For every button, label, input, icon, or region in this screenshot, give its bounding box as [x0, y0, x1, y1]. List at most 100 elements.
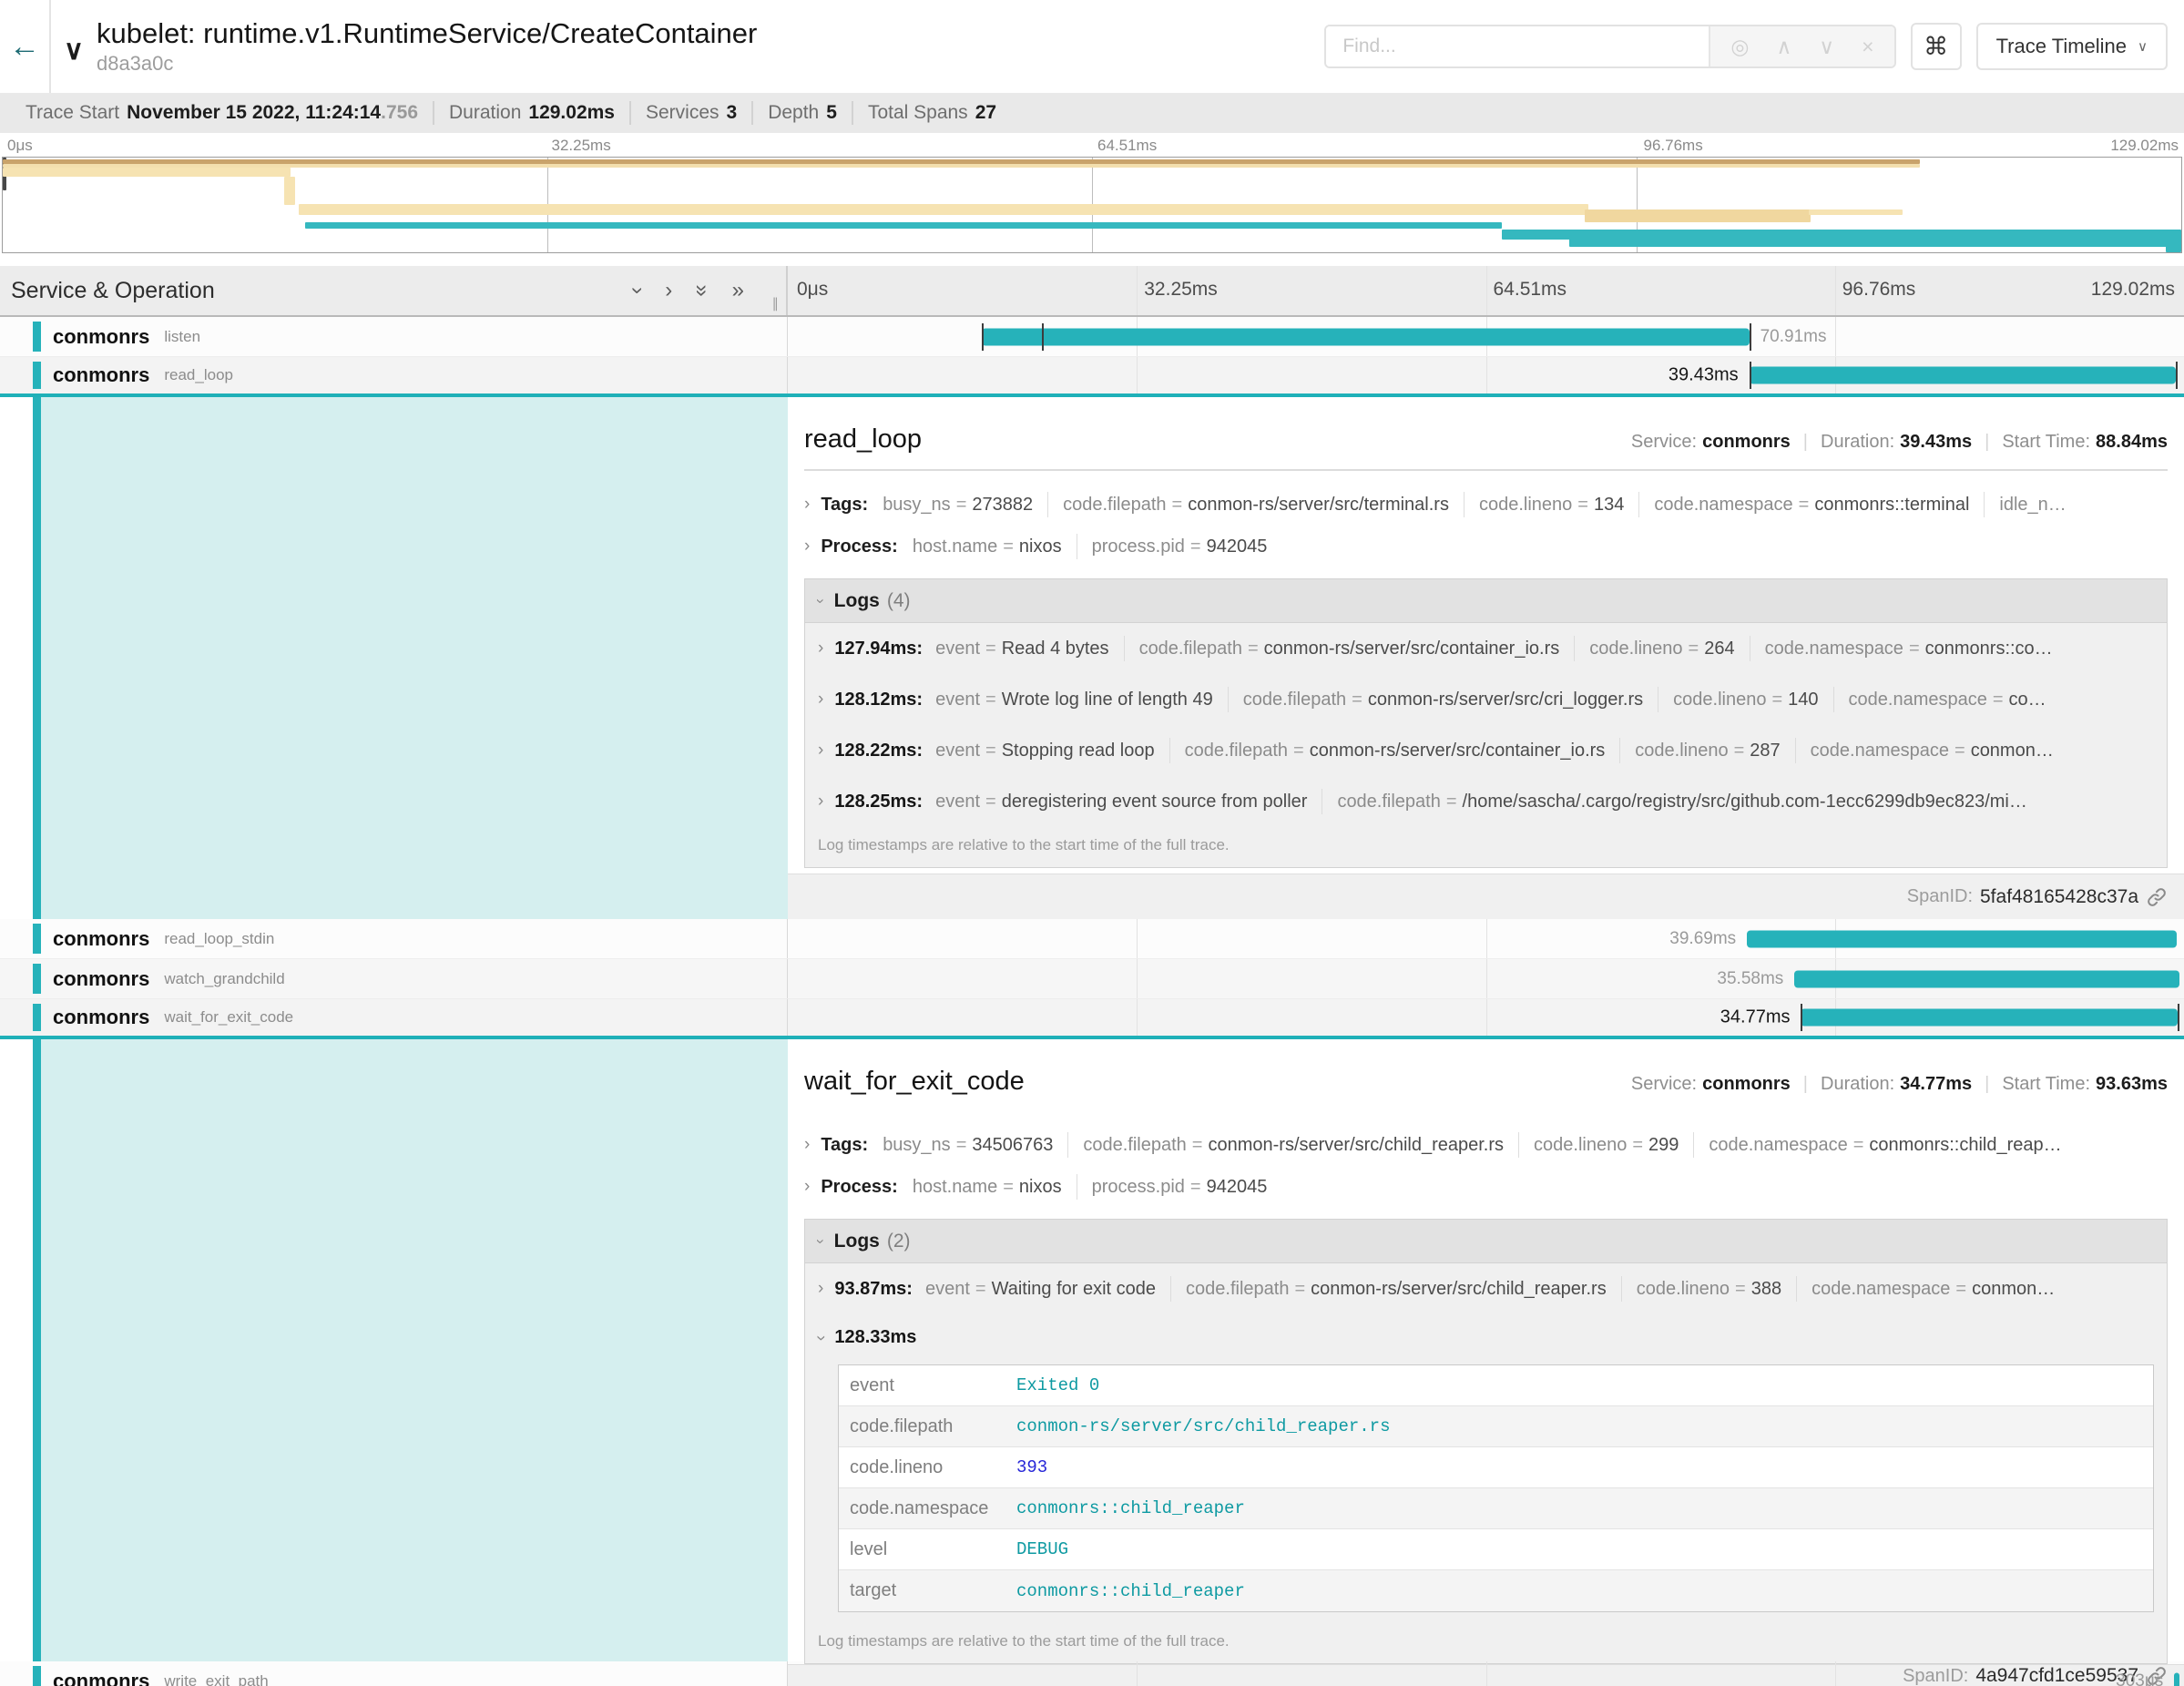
- span-duration-label: 34.77ms: [1720, 1007, 1791, 1028]
- log-entry[interactable]: › 127.94ms: event=Read 4 bytescode.filep…: [805, 623, 2167, 674]
- process-accordion[interactable]: › Process: host.name=nixosprocess.pid=94…: [788, 1166, 2184, 1208]
- trace-total-spans: Total Spans27: [852, 101, 1011, 125]
- trace-timeline-page: ← ∨ kubelet: runtime.v1.RuntimeService/C…: [0, 0, 2184, 1686]
- chevron-right-icon: ›: [818, 1279, 823, 1299]
- field-divider: [1574, 636, 1575, 661]
- field-divider: [1795, 738, 1796, 763]
- span-detail-meta: Service:conmonrs| Duration:39.43ms| Star…: [1631, 432, 2168, 453]
- trace-depth: Depth5: [751, 101, 852, 125]
- key-value-pair: event=Wrote log line of length 49: [935, 690, 1213, 710]
- chevron-right-icon: ›: [804, 1177, 810, 1197]
- span-duration-bar[interactable]: [1794, 970, 2179, 987]
- view-selector-label: Trace Timeline: [1996, 35, 2127, 58]
- chevron-down-icon: ›: [811, 598, 830, 604]
- collapse-one-icon[interactable]: ›: [625, 287, 650, 294]
- key-value-pair: code.lineno=134: [1479, 495, 1624, 516]
- key-value-pair: code.lineno=299: [1534, 1135, 1679, 1156]
- minimap-span-bar: [1809, 209, 1903, 215]
- minimap-span-bar: [1585, 209, 1811, 222]
- title-block: ∨ kubelet: runtime.v1.RuntimeService/Cre…: [64, 17, 757, 76]
- log-field-row: code.filepathconmon-rs/server/src/child_…: [839, 1406, 2153, 1447]
- tags-accordion[interactable]: › Tags: busy_ns=273882code.filepath=conm…: [788, 484, 2184, 526]
- span-detail-title: wait_for_exit_code: [804, 1067, 1025, 1097]
- span-row-listen[interactable]: conmonrslisten 70.91ms: [0, 317, 2184, 357]
- keyboard-shortcuts-button[interactable]: ⌘: [1911, 23, 1962, 70]
- prev-result-icon[interactable]: ∧: [1776, 35, 1791, 59]
- log-field-row: levelDEBUG: [839, 1529, 2153, 1570]
- collapse-all-icon[interactable]: »: [689, 284, 715, 296]
- logs-header[interactable]: › Logs (4): [805, 579, 2167, 623]
- chevron-right-icon: ›: [804, 1135, 810, 1155]
- span-row-read-loop[interactable]: conmonrsread_loop 39.43ms: [0, 357, 2184, 397]
- expand-all-icon[interactable]: »: [732, 278, 744, 303]
- minimap-ticks: 0μs 32.25ms 64.51ms 96.76ms 129.02ms: [0, 133, 2184, 157]
- log-entry[interactable]: › 128.22ms: event=Stopping read loopcode…: [805, 725, 2167, 776]
- field-divider: [1619, 738, 1620, 763]
- expand-one-icon[interactable]: ›: [665, 278, 672, 303]
- span-detail-read-loop: read_loop Service:conmonrs| Duration:39.…: [0, 397, 2184, 919]
- key-value-pair: event=Stopping read loop: [935, 741, 1155, 761]
- chevron-down-icon: ›: [811, 1334, 831, 1340]
- key-value-pair: code.lineno=140: [1673, 690, 1818, 710]
- view-selector-button[interactable]: Trace Timeline ∨: [1976, 23, 2168, 70]
- span-duration-bar[interactable]: [1801, 1009, 2177, 1027]
- field-divider: [1638, 492, 1639, 517]
- log-field-row: code.namespaceconmonrs::child_reaper: [839, 1488, 2153, 1529]
- field-divider: [1984, 492, 1985, 517]
- key-value-pair: event=deregistering event source from po…: [935, 792, 1307, 812]
- span-boundary-tick: [2176, 362, 2178, 389]
- gridline: [1835, 266, 1836, 315]
- log-entry[interactable]: › 93.87ms: event=Waiting for exit codeco…: [805, 1263, 2167, 1314]
- service-color-bar: [33, 1039, 41, 1661]
- span-duration-bar[interactable]: [1750, 367, 2176, 384]
- log-entry[interactable]: › 128.25ms: event=deregistering event so…: [805, 776, 2167, 827]
- chevron-down-icon[interactable]: ∨: [64, 35, 84, 66]
- find-input[interactable]: [1326, 26, 1709, 66]
- service-color-bar: [33, 397, 41, 919]
- service-color-bar: [33, 322, 41, 352]
- key-value-pair: host.name=nixos: [913, 536, 1062, 557]
- key-value-pair: code.namespace=conmonrs::terminal: [1654, 495, 1969, 516]
- key-value-pair: busy_ns=34506763: [883, 1135, 1053, 1156]
- key-value-pair: code.namespace=conmon…: [1811, 741, 2054, 761]
- next-result-icon[interactable]: ∨: [1819, 35, 1834, 59]
- process-accordion[interactable]: › Process: host.name=nixosprocess.pid=94…: [788, 526, 2184, 567]
- span-row-wait-for-exit-code[interactable]: conmonrswait_for_exit_code 34.77ms: [0, 999, 2184, 1039]
- locate-icon[interactable]: ◎: [1730, 35, 1749, 59]
- span-row-write-exit-path[interactable]: conmonrswrite_exit_path 303μs: [0, 1661, 2184, 1686]
- link-icon[interactable]: [2146, 886, 2168, 908]
- minimap-span-bar: [3, 168, 291, 177]
- logs-footnote: Log timestamps are relative to the start…: [805, 1623, 2167, 1663]
- column-resizer[interactable]: ∥: [772, 295, 781, 312]
- back-button[interactable]: ←: [0, 0, 51, 93]
- service-color-bar: [33, 964, 41, 994]
- span-duration-bar[interactable]: [2174, 1672, 2179, 1686]
- minimap-span-bar: [2166, 244, 2181, 252]
- key-value-pair: idle_n…: [1999, 495, 2066, 516]
- logs-header[interactable]: › Logs (2): [805, 1220, 2167, 1263]
- log-entry-expanded[interactable]: › 128.33ms: [805, 1314, 2167, 1361]
- span-duration-label: 39.43ms: [1669, 365, 1739, 386]
- span-detail-meta: Service:conmonrs| Duration:34.77ms| Star…: [1631, 1074, 2168, 1095]
- key-value-pair: event=Read 4 bytes: [935, 639, 1108, 659]
- chevron-down-icon: ›: [811, 1239, 830, 1244]
- key-value-pair: code.lineno=388: [1637, 1279, 1781, 1300]
- minimap-span-bar: [284, 177, 295, 205]
- span-row-read-loop-stdin[interactable]: conmonrsread_loop_stdin 39.69ms: [0, 919, 2184, 959]
- key-value-pair: code.filepath=conmon-rs/server/src/conta…: [1139, 639, 1560, 659]
- service-color-bar: [33, 362, 41, 389]
- tags-accordion[interactable]: › Tags: busy_ns=34506763code.filepath=co…: [788, 1124, 2184, 1166]
- span-duration-bar[interactable]: [982, 328, 1750, 345]
- logs-accordion: › Logs (4) › 127.94ms: event=Read 4 byte…: [804, 578, 2168, 868]
- span-duration-bar[interactable]: [1747, 930, 2177, 947]
- trace-minimap[interactable]: [2, 157, 2182, 253]
- clear-search-icon[interactable]: ×: [1862, 35, 1873, 59]
- field-divider: [1518, 1132, 1519, 1158]
- key-value-pair: process.pid=942045: [1092, 536, 1268, 557]
- span-row-watch-grandchild[interactable]: conmonrswatch_grandchild 35.58ms: [0, 959, 2184, 999]
- log-entry[interactable]: › 128.12ms: event=Wrote log line of leng…: [805, 674, 2167, 725]
- span-duration-label: 35.58ms: [1717, 969, 1783, 989]
- top-bar: ← ∨ kubelet: runtime.v1.RuntimeService/C…: [0, 0, 2184, 93]
- minimap-span-bar: [1569, 236, 2181, 247]
- span-duration-label: 70.91ms: [1760, 327, 1827, 347]
